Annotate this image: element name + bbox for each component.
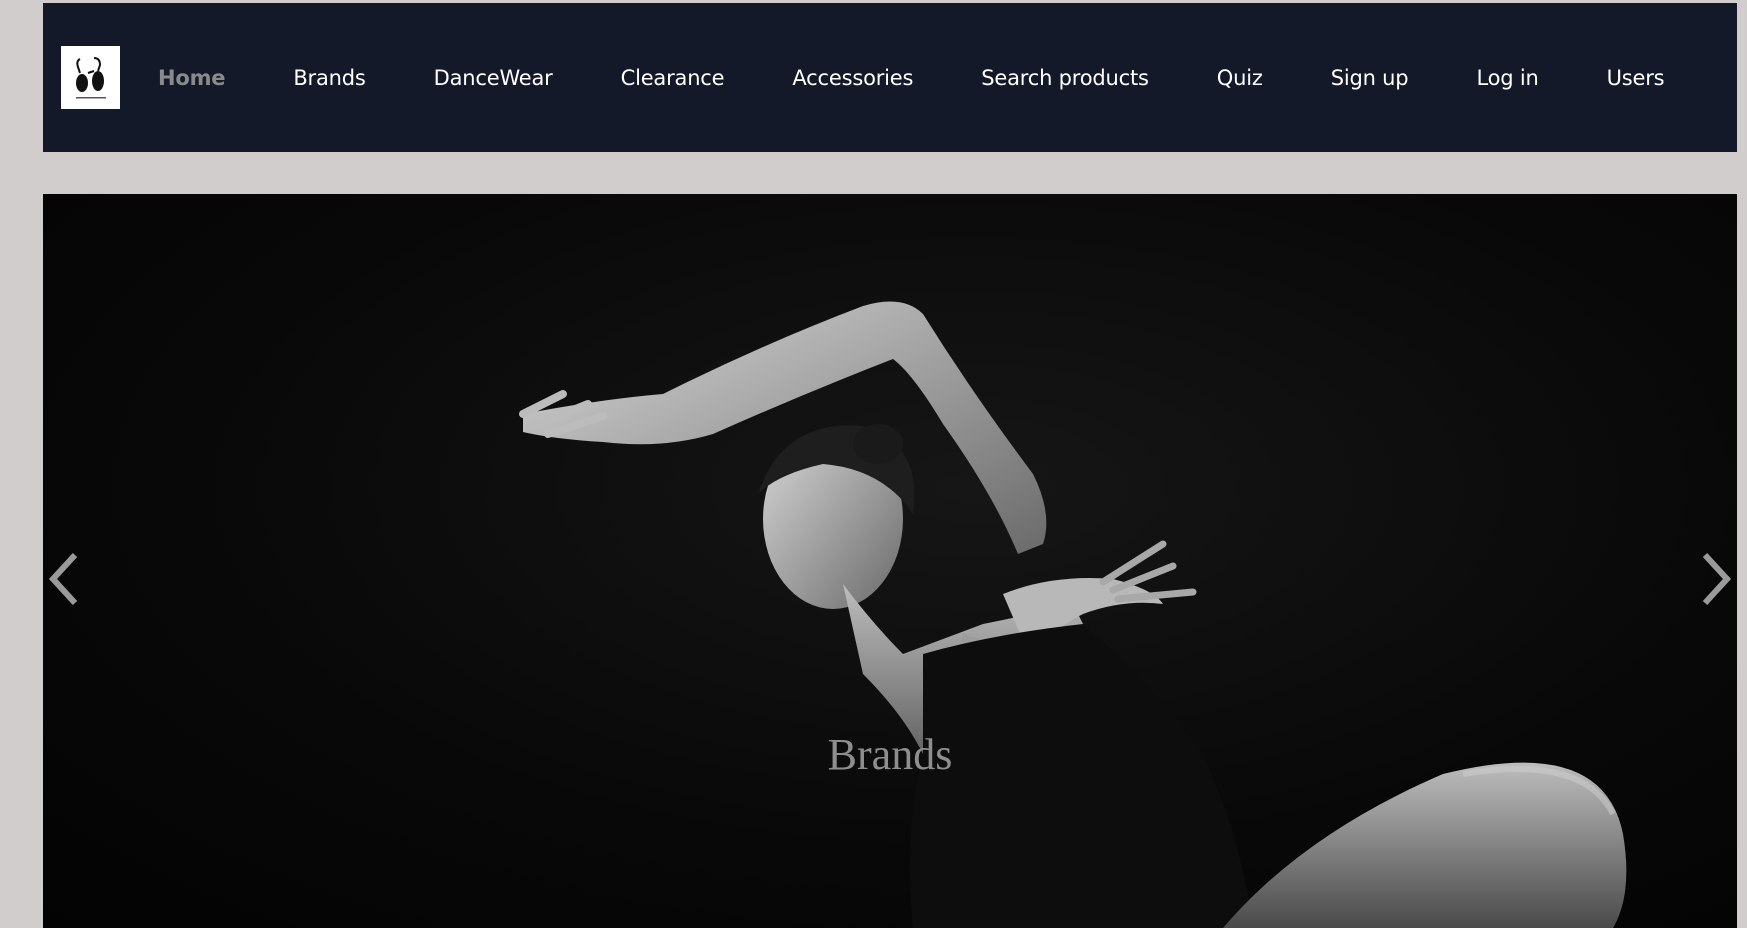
nav-home[interactable]: Home <box>158 66 226 90</box>
nav-users[interactable]: Users <box>1607 66 1665 90</box>
chevron-right-icon <box>1702 552 1732 606</box>
hero-carousel: Brands <box>43 194 1737 928</box>
carousel-slide-image <box>519 301 1627 928</box>
nav-log-in[interactable]: Log in <box>1476 66 1538 90</box>
nav-links: Home Brands DanceWear Clearance Accessor… <box>158 66 1665 90</box>
nav-clearance[interactable]: Clearance <box>621 66 725 90</box>
nav-brands[interactable]: Brands <box>293 66 365 90</box>
ballet-shoes-logo-icon <box>75 56 106 98</box>
nav-sign-up[interactable]: Sign up <box>1331 66 1409 90</box>
carousel-prev-button[interactable] <box>43 544 83 614</box>
chevron-left-icon <box>48 552 78 606</box>
site-logo[interactable] <box>61 46 120 109</box>
nav-dancewear[interactable]: DanceWear <box>434 66 553 90</box>
nav-quiz[interactable]: Quiz <box>1217 66 1263 90</box>
carousel-next-button[interactable] <box>1697 544 1737 614</box>
nav-search-products[interactable]: Search products <box>981 66 1149 90</box>
top-navbar: Home Brands DanceWear Clearance Accessor… <box>43 3 1737 152</box>
carousel-caption: Brands <box>827 730 953 779</box>
nav-accessories[interactable]: Accessories <box>792 66 913 90</box>
